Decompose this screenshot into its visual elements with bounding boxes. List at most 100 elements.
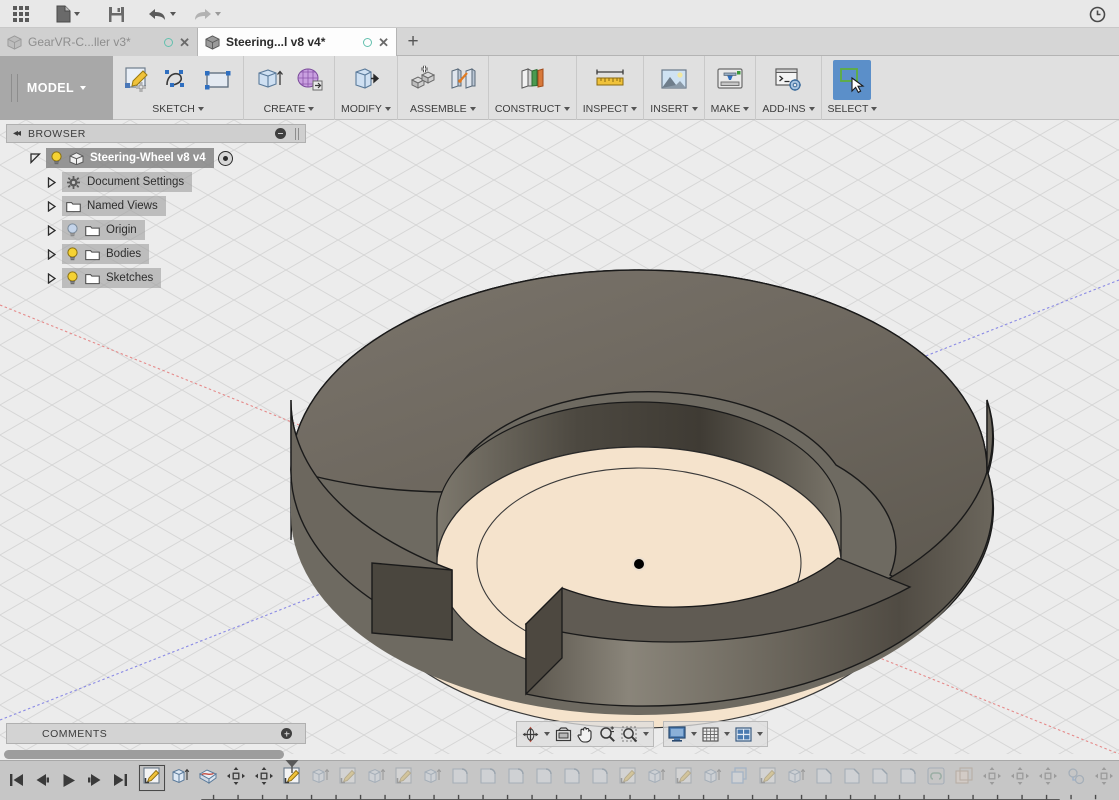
timeline-feature[interactable] [642, 764, 670, 792]
timeline-step-forward[interactable] [86, 769, 103, 791]
close-icon[interactable]: ✕ [378, 36, 389, 49]
timeline-feature[interactable] [1090, 764, 1118, 792]
insert-image-tool[interactable] [655, 60, 693, 100]
press-pull-tool[interactable] [347, 60, 385, 100]
new-component-tool[interactable] [404, 60, 442, 100]
tree-item-named-views[interactable]: Named Views [6, 196, 306, 216]
save-button[interactable] [100, 2, 132, 26]
create-sketch-tool[interactable] [119, 60, 157, 100]
timeline-feature[interactable] [726, 764, 754, 792]
zoom-window-dropdown[interactable] [640, 723, 651, 745]
timeline-feature[interactable] [782, 764, 810, 792]
tree-item-document-settings[interactable]: Document Settings [6, 172, 306, 192]
timeline-feature[interactable] [810, 764, 838, 792]
orbit-dropdown[interactable] [541, 723, 552, 745]
display-settings-button[interactable] [666, 723, 688, 745]
timeline-feature[interactable] [614, 764, 642, 792]
timeline-go-start[interactable] [8, 769, 25, 791]
new-tab-button[interactable]: + [400, 28, 426, 56]
twisty-collapsed-icon[interactable] [40, 248, 62, 260]
visibility-bulb-on-icon[interactable] [50, 151, 63, 165]
timeline-feature[interactable] [418, 764, 446, 792]
3d-print-tool[interactable] [711, 60, 749, 100]
timeline-feature[interactable] [502, 764, 530, 792]
visibility-bulb-off-icon[interactable] [66, 223, 79, 237]
minus-circle-icon[interactable] [275, 128, 286, 139]
timeline-feature[interactable] [866, 764, 894, 792]
app-grid-button[interactable] [6, 2, 36, 26]
grid-snaps-button[interactable] [699, 723, 721, 745]
twisty-collapsed-icon[interactable] [40, 176, 62, 188]
sync-circle-icon[interactable] [164, 37, 174, 47]
timeline-feature[interactable] [250, 764, 278, 792]
radio-active-icon[interactable] [217, 150, 233, 166]
timeline-feature[interactable] [166, 764, 194, 792]
double-left-arrow-icon[interactable]: ◂◂ [13, 128, 21, 139]
visibility-bulb-on-icon[interactable] [66, 247, 79, 261]
timeline-feature[interactable] [978, 764, 1006, 792]
look-at-button[interactable] [552, 723, 574, 745]
browser-resize-grip[interactable] [295, 127, 299, 140]
extrude-tool[interactable] [250, 60, 288, 100]
zoom-window-button[interactable] [618, 723, 640, 745]
timeline-feature[interactable] [474, 764, 502, 792]
timeline-feature[interactable] [362, 764, 390, 792]
document-tab-gearvr[interactable]: GearVR-C...ller v3* ✕ [0, 28, 197, 56]
plus-circle-icon[interactable] [281, 728, 292, 739]
timeline-feature[interactable] [894, 764, 922, 792]
viewports-dropdown[interactable] [754, 723, 765, 745]
document-tab-steering-wheel[interactable]: Steering...l v8 v4* ✕ [197, 28, 397, 56]
redo-button[interactable] [188, 2, 226, 26]
rectangle-tool[interactable] [199, 60, 237, 100]
timeline-marker[interactable] [284, 760, 300, 773]
workspace-switcher[interactable]: MODEL [0, 56, 113, 120]
tree-item-sketches[interactable]: Sketches [6, 268, 306, 288]
timeline-feature[interactable] [1006, 764, 1034, 792]
scripts-addins-tool[interactable] [769, 60, 807, 100]
sync-circle-icon[interactable] [363, 37, 373, 47]
timeline-track[interactable] [138, 760, 1119, 800]
timeline-feature[interactable] [1034, 764, 1062, 792]
timeline-feature[interactable] [530, 764, 558, 792]
grid-snaps-dropdown[interactable] [721, 723, 732, 745]
comments-panel[interactable]: COMMENTS [6, 723, 306, 744]
timeline-feature[interactable] [138, 764, 166, 792]
timeline-feature[interactable] [334, 764, 362, 792]
timeline-step-back[interactable] [34, 769, 51, 791]
joint-tool[interactable] [444, 60, 482, 100]
twisty-collapsed-icon[interactable] [40, 224, 62, 236]
timeline-feature[interactable] [1062, 764, 1090, 792]
tree-item-root[interactable]: Steering-Wheel v8 v4 [6, 148, 306, 168]
measure-tool[interactable] [591, 60, 629, 100]
tree-item-bodies[interactable]: Bodies [6, 244, 306, 264]
timeline-go-end[interactable] [112, 769, 129, 791]
horizontal-scrollbar[interactable] [4, 750, 284, 759]
spline-tool[interactable] [159, 60, 197, 100]
job-status-button[interactable] [1083, 2, 1111, 26]
close-icon[interactable]: ✕ [179, 36, 190, 49]
viewports-button[interactable] [732, 723, 754, 745]
timeline-feature[interactable] [558, 764, 586, 792]
timeline-feature[interactable] [754, 764, 782, 792]
create-form-tool[interactable] [290, 60, 328, 100]
timeline-feature[interactable] [194, 764, 222, 792]
orbit-button[interactable] [519, 723, 541, 745]
timeline-feature[interactable] [922, 764, 950, 792]
pan-button[interactable] [574, 723, 596, 745]
timeline-feature[interactable] [950, 764, 978, 792]
twisty-collapsed-icon[interactable] [40, 200, 62, 212]
undo-button[interactable] [143, 2, 181, 26]
tree-item-origin[interactable]: Origin [6, 220, 306, 240]
timeline-feature[interactable] [222, 764, 250, 792]
select-tool[interactable] [833, 60, 872, 100]
timeline-feature[interactable] [446, 764, 474, 792]
timeline-feature[interactable] [390, 764, 418, 792]
timeline-feature[interactable] [586, 764, 614, 792]
visibility-bulb-on-icon[interactable] [66, 271, 79, 285]
zoom-button[interactable] [596, 723, 618, 745]
twisty-collapsed-icon[interactable] [40, 272, 62, 284]
display-settings-dropdown[interactable] [688, 723, 699, 745]
offset-plane-tool[interactable] [513, 60, 551, 100]
file-menu-button[interactable] [50, 2, 86, 26]
twisty-expanded-icon[interactable] [24, 152, 46, 164]
